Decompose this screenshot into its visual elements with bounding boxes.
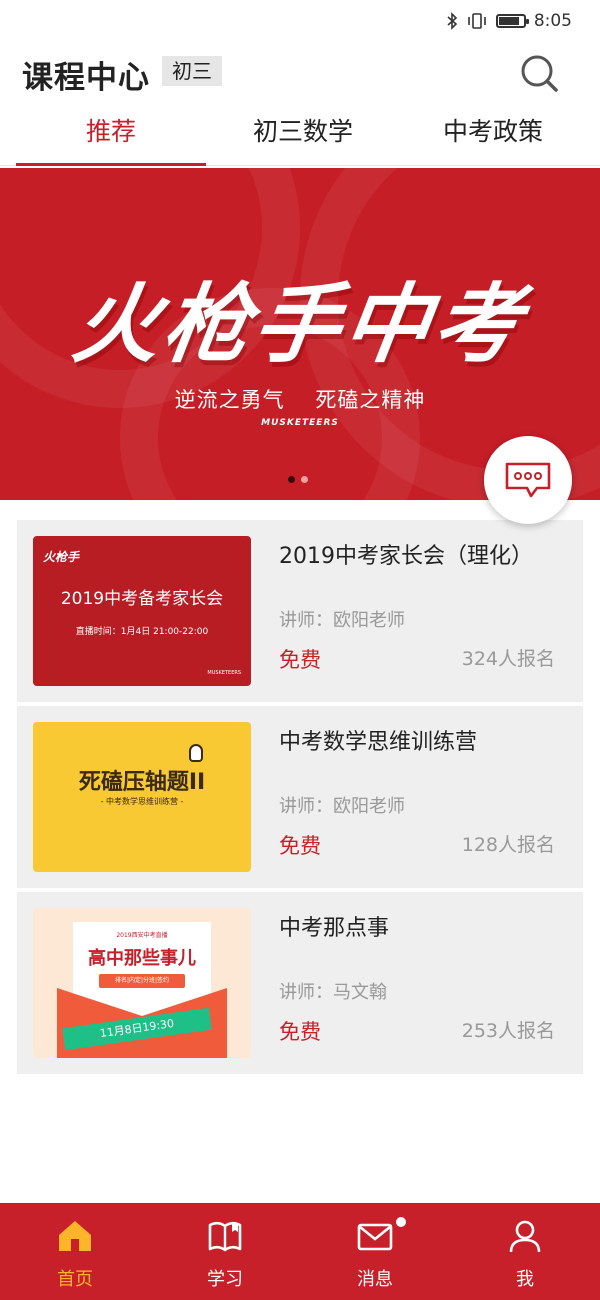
chat-button[interactable] — [484, 436, 572, 524]
page-title: 课程中心 — [22, 60, 150, 96]
course-price: 免费 — [279, 648, 321, 672]
thumb-subtitle: 直播时间：1月4日 21:00-22:00 — [75, 627, 209, 637]
course-enroll-count: 253人报名 — [461, 1020, 555, 1042]
thumb-subtitle: - 中考数学思维训练营 - — [100, 797, 184, 806]
bottom-nav: 首页 学习 消息 我 — [0, 1203, 600, 1300]
thumb-headline: 高中那些事儿 — [88, 948, 196, 969]
course-teacher: 讲师：欧阳老师 — [279, 796, 405, 817]
nav-profile[interactable]: 我 — [450, 1203, 600, 1300]
thumb-tags: 排名|内定|分班|签约 — [99, 974, 185, 988]
tab-grade9-math[interactable]: 初三数学 — [208, 104, 398, 166]
lightbulb-icon — [189, 744, 203, 762]
user-icon — [509, 1220, 541, 1253]
thumb-headline: 死磕压轴题II — [78, 770, 206, 795]
course-teacher: 讲师：马文翰 — [279, 982, 387, 1003]
carousel-dot[interactable] — [301, 476, 308, 483]
nav-label: 我 — [516, 1269, 534, 1290]
course-title: 中考那点事 — [279, 916, 390, 941]
carousel-indicator — [288, 476, 308, 483]
tab-recommend[interactable]: 推荐 — [16, 104, 206, 166]
thumb-headline: 2019中考备考家长会 — [60, 589, 224, 609]
course-list: 火枪手 2019中考备考家长会 直播时间：1月4日 21:00-22:00 MU… — [17, 520, 583, 1078]
thumb-subtitle: 2019西安中考直播 — [116, 932, 168, 939]
category-tabs: 推荐 初三数学 中考政策 — [0, 104, 600, 166]
course-card[interactable]: 火枪手 2019中考备考家长会 直播时间：1月4日 21:00-22:00 MU… — [17, 520, 583, 702]
nav-label: 首页 — [57, 1269, 93, 1290]
nav-home[interactable]: 首页 — [0, 1203, 150, 1300]
nav-label: 学习 — [207, 1269, 243, 1290]
vibrate-icon — [468, 13, 486, 29]
banner-brand: MUSKETEERS — [261, 418, 339, 428]
book-icon — [208, 1221, 242, 1252]
status-bar: 8:05 — [0, 0, 600, 44]
course-card[interactable]: 2019西安中考直播 高中那些事儿 排名|内定|分班|签约 11月8日19:30… — [17, 892, 583, 1074]
nav-label: 消息 — [357, 1269, 393, 1290]
course-thumbnail: 2019西安中考直播 高中那些事儿 排名|内定|分班|签约 11月8日19:30 — [33, 908, 251, 1058]
tab-exam-policy[interactable]: 中考政策 — [398, 104, 588, 166]
header: 课程中心 初三 — [0, 44, 600, 100]
status-icons: 8:05 — [446, 10, 572, 32]
home-icon — [59, 1221, 91, 1251]
course-price: 免费 — [279, 1020, 321, 1044]
mail-icon — [357, 1223, 393, 1251]
chat-bubble-icon — [505, 462, 551, 498]
nav-study[interactable]: 学习 — [150, 1203, 300, 1300]
course-title: 中考数学思维训练营 — [279, 730, 478, 755]
banner-slogan: 逆流之勇气 死磕之精神 — [174, 388, 426, 412]
battery-icon — [495, 14, 529, 28]
carousel-dot[interactable] — [288, 476, 295, 483]
banner-title: 火枪手中考 — [66, 275, 531, 375]
course-teacher: 讲师：欧阳老师 — [279, 610, 405, 631]
nav-messages[interactable]: 消息 — [300, 1203, 450, 1300]
course-thumbnail: 火枪手 2019中考备考家长会 直播时间：1月4日 21:00-22:00 MU… — [33, 536, 251, 686]
course-enroll-count: 324人报名 — [461, 648, 555, 670]
course-enroll-count: 128人报名 — [461, 834, 555, 856]
thumb-mark: MUSKETEERS — [207, 670, 241, 676]
course-thumbnail: 死磕压轴题II - 中考数学思维训练营 - — [33, 722, 251, 872]
status-time: 8:05 — [533, 11, 572, 31]
course-card[interactable]: 死磕压轴题II - 中考数学思维训练营 - 中考数学思维训练营 讲师：欧阳老师 … — [17, 706, 583, 888]
search-icon — [521, 55, 558, 92]
notification-badge — [396, 1217, 406, 1227]
course-title: 2019中考家长会（理化） — [279, 544, 533, 569]
grade-selector[interactable]: 初三 — [162, 56, 222, 86]
thumb-logo: 火枪手 — [43, 550, 80, 564]
course-price: 免费 — [279, 834, 321, 858]
bluetooth-icon — [447, 12, 457, 30]
search-button[interactable] — [518, 52, 560, 94]
